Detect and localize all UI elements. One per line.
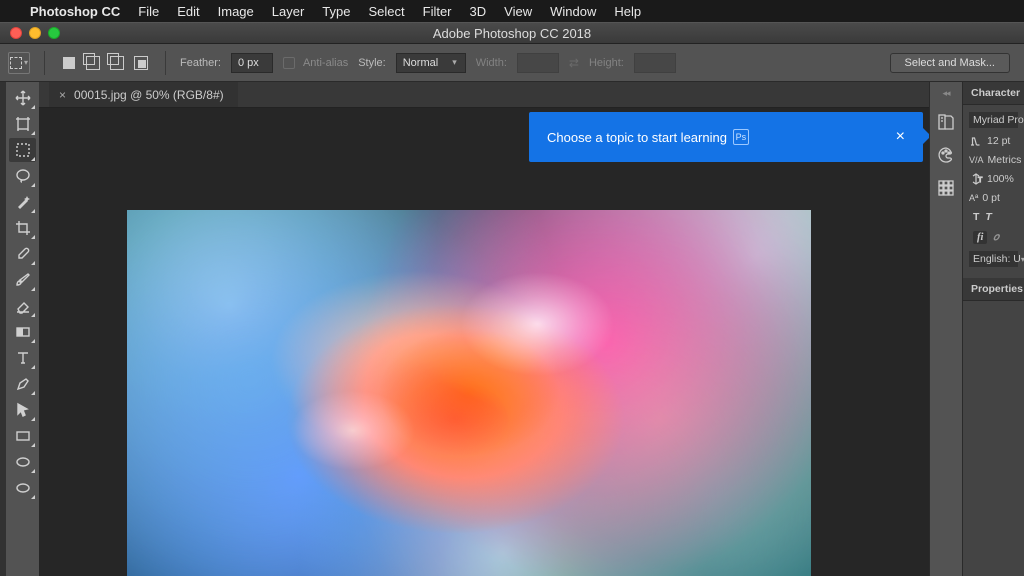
window-minimize-button[interactable] bbox=[29, 27, 41, 39]
stylistic-button[interactable]: 𝑜 bbox=[993, 231, 999, 244]
width-input bbox=[517, 53, 559, 73]
document-canvas[interactable] bbox=[127, 210, 811, 576]
vscale-value[interactable]: 100% bbox=[987, 173, 1014, 185]
italic-button[interactable]: T bbox=[985, 211, 991, 223]
window-close-button[interactable] bbox=[10, 27, 22, 39]
swatches-panel-icon[interactable] bbox=[937, 179, 955, 202]
gradient-tool[interactable] bbox=[9, 320, 36, 344]
character-panel-header[interactable]: Character bbox=[963, 82, 1024, 105]
document-tab-label: 00015.jpg @ 50% (RGB/8#) bbox=[74, 88, 224, 102]
toolbox bbox=[6, 82, 39, 576]
feather-label: Feather: bbox=[180, 57, 221, 69]
pen-tool[interactable] bbox=[9, 372, 36, 396]
color-panel-icon[interactable] bbox=[937, 146, 955, 169]
brush-tool[interactable] bbox=[9, 268, 36, 292]
style-select[interactable]: Normal bbox=[396, 53, 466, 73]
font-size-value[interactable]: 12 pt bbox=[987, 135, 1010, 147]
menu-view[interactable]: View bbox=[504, 4, 532, 19]
bold-button[interactable]: T bbox=[973, 211, 979, 223]
properties-panel-header[interactable]: Properties bbox=[963, 278, 1024, 301]
height-label: Height: bbox=[589, 57, 624, 69]
menu-file[interactable]: File bbox=[138, 4, 159, 19]
language-select[interactable]: English: U bbox=[969, 251, 1018, 267]
right-icon-rail: ◂◂ bbox=[929, 82, 962, 576]
feather-input[interactable]: 0 px bbox=[231, 53, 273, 73]
artboard-tool[interactable] bbox=[9, 112, 36, 136]
type-tool[interactable] bbox=[9, 346, 36, 370]
menu-filter[interactable]: Filter bbox=[423, 4, 452, 19]
swap-dimensions-icon: ⇄ bbox=[569, 56, 579, 70]
menu-type[interactable]: Type bbox=[322, 4, 350, 19]
learn-popup-close-button[interactable]: × bbox=[896, 128, 905, 146]
ligature-button[interactable]: fi bbox=[973, 231, 987, 244]
character-panel: Myriad Pro 12 pt V/A Metrics T 100% Aª 0 pt… bbox=[963, 105, 1024, 274]
document-tab[interactable]: × 00015.jpg @ 50% (RGB/8#) bbox=[49, 82, 238, 107]
height-input bbox=[634, 53, 676, 73]
antialias-checkbox bbox=[283, 57, 295, 69]
kerning-value[interactable]: Metrics bbox=[988, 154, 1022, 166]
menu-select[interactable]: Select bbox=[368, 4, 404, 19]
menu-layer[interactable]: Layer bbox=[272, 4, 305, 19]
learn-popup-text: Choose a topic to start learning bbox=[547, 130, 727, 145]
baseline-icon: Aª bbox=[969, 193, 978, 203]
close-tab-icon[interactable]: × bbox=[59, 88, 66, 102]
crop-tool[interactable] bbox=[9, 216, 36, 240]
font-size-icon bbox=[969, 134, 983, 148]
panels-column: Character Myriad Pro 12 pt V/AMetrics T1… bbox=[962, 82, 1024, 576]
font-family-select[interactable]: Myriad Pro bbox=[969, 112, 1018, 128]
learn-popup: Choose a topic to start learning Ps × bbox=[529, 112, 923, 162]
select-and-mask-button[interactable]: Select and Mask... bbox=[890, 53, 1011, 73]
menu-help[interactable]: Help bbox=[614, 4, 641, 19]
image-content bbox=[127, 210, 811, 576]
marquee-tool[interactable] bbox=[9, 138, 36, 162]
ellipse2-tool[interactable] bbox=[9, 476, 36, 500]
menu-window[interactable]: Window bbox=[550, 4, 596, 19]
svg-text:T: T bbox=[978, 177, 983, 184]
menu-image[interactable]: Image bbox=[218, 4, 254, 19]
app-menu[interactable]: Photoshop CC bbox=[30, 4, 120, 19]
window-title: Adobe Photoshop CC 2018 bbox=[433, 26, 591, 41]
panel-grip-icon[interactable]: ◂◂ bbox=[942, 88, 949, 99]
move-tool[interactable] bbox=[9, 86, 36, 110]
path-select-tool[interactable] bbox=[9, 398, 36, 422]
document-tabbar: × 00015.jpg @ 50% (RGB/8#) bbox=[39, 82, 929, 108]
window-zoom-button[interactable] bbox=[48, 27, 60, 39]
lasso-tool[interactable] bbox=[9, 164, 36, 188]
style-label: Style: bbox=[358, 57, 386, 69]
canvas-area[interactable]: Choose a topic to start learning Ps × bbox=[39, 108, 929, 576]
selection-intersect-icon[interactable] bbox=[131, 53, 151, 73]
width-label: Width: bbox=[476, 57, 507, 69]
baseline-value[interactable]: 0 pt bbox=[982, 192, 1000, 204]
options-bar: ▾ Feather: 0 px Anti-alias Style: Normal… bbox=[0, 44, 1024, 82]
vscale-icon: T bbox=[969, 172, 983, 186]
rectangle-tool[interactable] bbox=[9, 424, 36, 448]
learn-panel-icon[interactable] bbox=[937, 113, 955, 136]
ps-badge-icon: Ps bbox=[733, 129, 749, 145]
eraser-tool[interactable] bbox=[9, 294, 36, 318]
selection-add-icon[interactable] bbox=[83, 53, 103, 73]
macos-menubar: Photoshop CC File Edit Image Layer Type … bbox=[0, 0, 1024, 22]
selection-subtract-icon[interactable] bbox=[107, 53, 127, 73]
eyedropper-tool[interactable] bbox=[9, 242, 36, 266]
menu-3d[interactable]: 3D bbox=[470, 4, 487, 19]
current-tool-indicator[interactable]: ▾ bbox=[8, 52, 30, 74]
quick-select-tool[interactable] bbox=[9, 190, 36, 214]
ellipse-tool[interactable] bbox=[9, 450, 36, 474]
antialias-label: Anti-alias bbox=[303, 57, 348, 69]
menu-edit[interactable]: Edit bbox=[177, 4, 199, 19]
kerning-icon: V/A bbox=[969, 155, 984, 165]
window-titlebar: Adobe Photoshop CC 2018 bbox=[0, 22, 1024, 44]
selection-new-icon[interactable] bbox=[59, 53, 79, 73]
